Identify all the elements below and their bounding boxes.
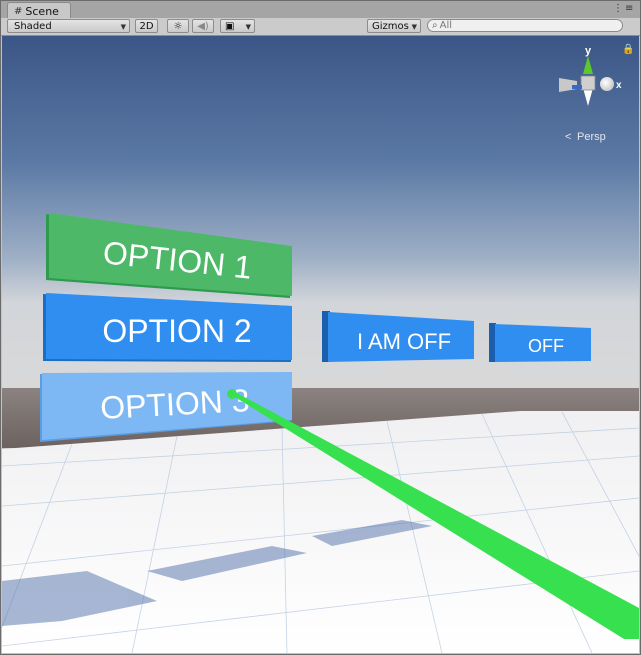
dropdown-arrow-icon: ▼ bbox=[245, 23, 251, 31]
lock-icon[interactable]: 🔒 bbox=[622, 43, 634, 55]
2d-toggle-button[interactable]: 2D bbox=[135, 19, 158, 33]
image-icon: ▣ bbox=[225, 20, 235, 32]
shading-mode-dropdown[interactable]: Shaded ▼ bbox=[7, 19, 130, 33]
projection-toggle[interactable]: < Persp bbox=[565, 131, 606, 143]
dropdown-arrow-icon: ▼ bbox=[411, 23, 417, 31]
shading-mode-label: Shaded bbox=[14, 20, 52, 32]
gizmos-label: Gizmos bbox=[372, 20, 409, 32]
option-2-label: OPTION 2 bbox=[102, 313, 251, 349]
grid-icon: # bbox=[14, 5, 23, 17]
audio-toggle-button[interactable]: ◀) bbox=[192, 19, 214, 33]
search-icon: ⌕ bbox=[432, 20, 438, 31]
persp-icon: < bbox=[565, 131, 571, 143]
sun-icon: ☼ bbox=[173, 20, 183, 32]
scene-viewport[interactable]: OPTION 1 OPTION 2 OPTION 3 I AM OFF OFF bbox=[2, 36, 639, 653]
projection-label: Persp bbox=[577, 131, 606, 143]
search-input[interactable]: ⌕ All bbox=[427, 19, 623, 32]
lighting-toggle-button[interactable]: ☼ bbox=[167, 19, 189, 33]
menu-icon[interactable]: ⋮ bbox=[613, 3, 623, 14]
effects-dropdown[interactable]: ▣ ▼ bbox=[220, 19, 255, 33]
speaker-icon: ◀) bbox=[197, 20, 209, 32]
i-am-off-label: I AM OFF bbox=[357, 329, 451, 354]
scene-canvas: OPTION 1 OPTION 2 OPTION 3 I AM OFF OFF bbox=[2, 36, 639, 653]
tab-scene-label: Scene bbox=[25, 4, 59, 18]
2d-toggle-label: 2D bbox=[139, 20, 154, 32]
dropdown-arrow-icon: ▼ bbox=[120, 23, 126, 31]
off-panel[interactable]: OFF bbox=[489, 323, 591, 362]
gizmo-center-cube[interactable] bbox=[580, 75, 596, 91]
search-placeholder: All bbox=[439, 20, 453, 31]
tab-scene[interactable]: # Scene bbox=[7, 2, 71, 19]
gizmo-y-label: y bbox=[585, 45, 592, 57]
close-icon[interactable]: ≡ bbox=[625, 3, 633, 14]
scene-window: # Scene ⋮ ≡ Shaded ▼ 2D ☼ ◀) ▣ ▼ Gizmos … bbox=[0, 0, 641, 655]
off-label: OFF bbox=[528, 336, 564, 356]
gizmo-x-axis[interactable] bbox=[600, 77, 614, 91]
gizmos-dropdown[interactable]: Gizmos ▼ bbox=[367, 19, 421, 33]
tab-bar: # Scene ⋮ ≡ bbox=[1, 1, 640, 19]
gizmo-z-axis[interactable] bbox=[572, 85, 582, 89]
scene-toolbar: Shaded ▼ 2D ☼ ◀) ▣ ▼ Gizmos ▼ ⌕ All bbox=[1, 18, 640, 36]
gizmo-x-label: x bbox=[616, 80, 622, 91]
pointer-dot bbox=[227, 389, 237, 399]
